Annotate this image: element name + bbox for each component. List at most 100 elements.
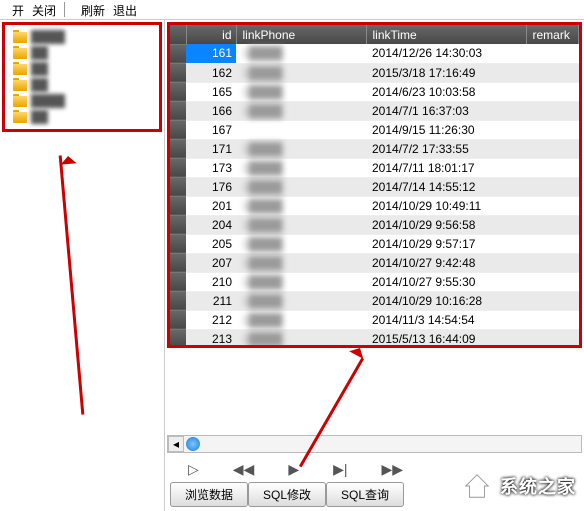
menu-refresh[interactable]: 刷新 <box>77 0 109 19</box>
table-row[interactable]: 2121████2014/11/3 14:54:54 <box>170 310 579 329</box>
row-header[interactable] <box>170 215 186 234</box>
row-header[interactable] <box>170 272 186 291</box>
folder-icon <box>13 96 27 107</box>
menu-exit[interactable]: 退出 <box>109 0 141 19</box>
player-last-icon[interactable]: ▶▶ <box>382 461 404 478</box>
tab-sql-query[interactable]: SQL查询 <box>326 482 404 507</box>
table-row[interactable]: 1621████2015/3/18 17:16:49 <box>170 63 579 82</box>
house-icon <box>460 471 494 501</box>
tab-sql-edit[interactable]: SQL修改 <box>248 482 326 507</box>
column-id[interactable]: id <box>186 25 236 44</box>
row-header[interactable] <box>170 120 186 139</box>
tree-item[interactable]: ██ <box>7 61 157 77</box>
tree-label: ████ <box>31 30 65 44</box>
row-header[interactable] <box>170 101 186 120</box>
cell-phone: 1████ <box>236 139 366 158</box>
tree-item[interactable]: ██ <box>7 45 157 61</box>
data-table-container: id linkPhone linkTime remark 1611████201… <box>170 25 579 345</box>
tab-browse-data[interactable]: 浏览数据 <box>170 482 248 507</box>
row-header[interactable] <box>170 158 186 177</box>
scroll-left-icon[interactable]: ◂ <box>168 436 184 452</box>
player-first-icon[interactable]: ▷ <box>188 461 199 478</box>
cell-phone: 1████ <box>236 158 366 177</box>
row-header[interactable] <box>170 82 186 101</box>
row-header[interactable] <box>170 291 186 310</box>
cell-id: 204 <box>186 215 236 234</box>
cell-id: 165 <box>186 82 236 101</box>
row-header[interactable] <box>170 44 186 63</box>
menu-open[interactable]: 开 <box>8 0 28 19</box>
table-row[interactable]: 2051████2014/10/29 9:57:17 <box>170 234 579 253</box>
folder-icon <box>13 112 27 123</box>
cell-remark <box>526 139 579 158</box>
cell-phone: 1████ <box>236 196 366 215</box>
table-row[interactable]: 1611████2014/12/26 14:30:03 <box>170 44 579 63</box>
table-row[interactable]: 1731████2014/7/11 18:01:17 <box>170 158 579 177</box>
cell-time: 2014/10/27 9:55:30 <box>366 272 526 291</box>
cell-time: 2014/12/26 14:30:03 <box>366 44 526 63</box>
cell-remark <box>526 310 579 329</box>
column-linktime[interactable]: linkTime <box>366 25 526 44</box>
table-row[interactable]: 1761████2014/7/14 14:55:12 <box>170 177 579 196</box>
cell-time: 2014/7/11 18:01:17 <box>366 158 526 177</box>
table-row[interactable]: 1651████2014/6/23 10:03:58 <box>170 82 579 101</box>
cell-time: 2014/9/15 11:26:30 <box>366 120 526 139</box>
cell-id: 201 <box>186 196 236 215</box>
column-linkphone[interactable]: linkPhone <box>236 25 366 44</box>
cell-time: 2014/10/29 9:56:58 <box>366 215 526 234</box>
cell-id: 205 <box>186 234 236 253</box>
table-row[interactable]: 2041████2014/10/29 9:56:58 <box>170 215 579 234</box>
cell-phone: 1████ <box>236 177 366 196</box>
table-row[interactable]: 2101████2014/10/27 9:55:30 <box>170 272 579 291</box>
cell-time: 2014/10/29 9:57:17 <box>366 234 526 253</box>
row-header[interactable] <box>170 253 186 272</box>
tree-item[interactable]: ██ <box>7 77 157 93</box>
cell-phone: 1████ <box>236 253 366 272</box>
table-row[interactable]: 1711████2014/7/2 17:33:55 <box>170 139 579 158</box>
cell-id: 167 <box>186 120 236 139</box>
tree-item[interactable]: ████ <box>7 29 157 45</box>
cell-phone: 1████ <box>236 310 366 329</box>
cell-phone: 1████ <box>236 63 366 82</box>
cell-remark <box>526 291 579 310</box>
table-row[interactable]: 2111████2014/10/29 10:16:28 <box>170 291 579 310</box>
cell-id: 207 <box>186 253 236 272</box>
menu-close[interactable]: 关闭 <box>28 0 60 19</box>
globe-icon <box>186 437 200 451</box>
row-header[interactable] <box>170 196 186 215</box>
cell-remark <box>526 253 579 272</box>
player-next-icon[interactable]: ▶| <box>333 461 347 478</box>
player-prev-icon[interactable]: ◀◀ <box>233 461 255 478</box>
table-row[interactable]: 2071████2014/10/27 9:42:48 <box>170 253 579 272</box>
cell-phone <box>236 120 366 139</box>
cell-id: 213 <box>186 329 236 345</box>
player-play-icon[interactable]: ▶ <box>288 461 299 478</box>
row-header[interactable] <box>170 63 186 82</box>
cell-phone: 1████ <box>236 329 366 345</box>
bottom-tabs: 浏览数据 SQL修改 SQL查询 <box>170 482 404 507</box>
row-header[interactable] <box>170 329 186 345</box>
menu-bar: 开 关闭 刷新 退出 <box>0 0 584 20</box>
table-row[interactable]: 2131████2015/5/13 16:44:09 <box>170 329 579 345</box>
cell-id: 171 <box>186 139 236 158</box>
cell-remark <box>526 329 579 345</box>
row-header[interactable] <box>170 139 186 158</box>
horizontal-scrollbar[interactable]: ◂ <box>167 435 582 453</box>
tree-label: ████ <box>31 94 65 108</box>
cell-id: 176 <box>186 177 236 196</box>
folder-icon <box>13 80 27 91</box>
row-header[interactable] <box>170 177 186 196</box>
table-row[interactable]: 167 2014/9/15 11:26:30 <box>170 120 579 139</box>
folder-icon <box>13 32 27 43</box>
cell-remark <box>526 101 579 120</box>
menu-separator <box>64 2 73 17</box>
cell-time: 2015/5/13 16:44:09 <box>366 329 526 345</box>
column-remark[interactable]: remark <box>526 25 579 44</box>
table-row[interactable]: 1661████2014/7/1 16:37:03 <box>170 101 579 120</box>
table-row[interactable]: 2011████2014/10/29 10:49:11 <box>170 196 579 215</box>
tree-item[interactable]: ████ <box>7 93 157 109</box>
row-header[interactable] <box>170 234 186 253</box>
row-header[interactable] <box>170 310 186 329</box>
cell-remark <box>526 196 579 215</box>
tree-item[interactable]: ██ <box>7 109 157 125</box>
